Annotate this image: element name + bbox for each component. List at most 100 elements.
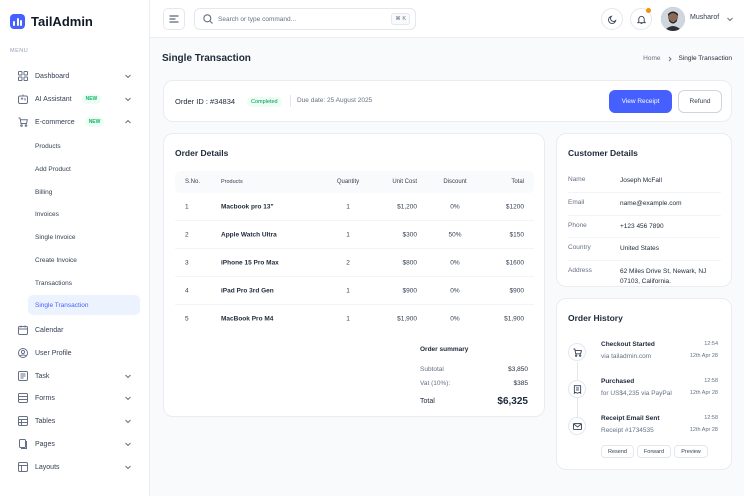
sidebar-subitem-invoices[interactable]: Invoices bbox=[28, 204, 140, 224]
notifications-button[interactable] bbox=[630, 8, 652, 30]
search-box[interactable]: ⌘ K bbox=[194, 8, 416, 30]
ai-icon bbox=[17, 94, 28, 105]
cart-icon bbox=[17, 117, 28, 128]
history-date: 12th Apr 28 bbox=[689, 427, 718, 433]
sidebar-item-label: User Profile bbox=[35, 349, 72, 357]
cell-discount: 0% bbox=[450, 315, 460, 323]
table-body: 1 Macbook pro 13" 1 $1,200 0% $1200 2 Ap… bbox=[175, 193, 534, 333]
sidebar-subitem-create-invoice[interactable]: Create Invoice bbox=[28, 250, 140, 270]
sidebar-item-ecommerce[interactable]: E-commerce NEW bbox=[10, 112, 140, 132]
order-items-table: S.No. Products Quantity Unit Cost Discou… bbox=[175, 171, 534, 333]
chevron-down-icon bbox=[125, 465, 131, 470]
cell-discount: 0% bbox=[450, 259, 460, 266]
theme-toggle-button[interactable] bbox=[601, 8, 623, 30]
column-header-discount: Discount bbox=[443, 179, 467, 185]
preview-button[interactable]: Preview bbox=[674, 445, 708, 458]
sidebar-item-label: Task bbox=[35, 372, 50, 380]
sidebar-item-dashboard[interactable]: Dashboard bbox=[10, 66, 140, 86]
sidebar-item-label: Tables bbox=[35, 417, 56, 425]
info-value: United States bbox=[620, 245, 660, 253]
sidebar: TailAdmin MENU Dashboard AI Assistant NE… bbox=[0, 0, 150, 496]
cell-total: $150 bbox=[509, 231, 524, 238]
order-id: Order ID : #34834 bbox=[175, 97, 236, 106]
table-header: S.No. Products Quantity Unit Cost Discou… bbox=[175, 171, 534, 193]
info-key: Name bbox=[568, 176, 586, 183]
forward-button[interactable]: Forward bbox=[637, 445, 671, 458]
refund-button[interactable]: Refund bbox=[678, 90, 722, 113]
sidebar-item-tables[interactable]: Tables bbox=[10, 411, 140, 431]
chevron-down-icon bbox=[125, 419, 131, 424]
new-badge: NEW bbox=[84, 117, 105, 127]
cell-sno: 5 bbox=[185, 315, 189, 323]
history-subtitle: Receipt #1734535 bbox=[601, 427, 654, 434]
chevron-down-icon[interactable] bbox=[726, 15, 734, 23]
sidebar-item-ai-assistant[interactable]: AI Assistant NEW bbox=[10, 89, 140, 109]
search-shortcut: ⌘ K bbox=[391, 13, 410, 25]
logo[interactable]: TailAdmin bbox=[10, 14, 93, 29]
avatar[interactable] bbox=[661, 7, 685, 31]
sidebar-subitem-single-invoice[interactable]: Single Invoice bbox=[28, 227, 140, 247]
view-receipt-button[interactable]: View Receipt bbox=[609, 90, 672, 113]
sidebar-item-task[interactable]: Task bbox=[10, 366, 140, 386]
sidebar-item-label: Layouts bbox=[35, 463, 60, 471]
status-badge: Completed bbox=[247, 97, 282, 107]
sidebar-subitem-add-product[interactable]: Add Product bbox=[28, 159, 140, 179]
cell-total: $1200 bbox=[505, 203, 524, 210]
mail-icon bbox=[568, 417, 586, 435]
moon-icon bbox=[607, 15, 616, 24]
info-key: Country bbox=[568, 244, 591, 252]
history-time: 12:54 bbox=[704, 341, 718, 347]
card-title: Customer Details bbox=[568, 148, 638, 158]
table-icon bbox=[17, 416, 28, 427]
sidebar-item-label: Forms bbox=[35, 394, 55, 402]
cell-discount: 0% bbox=[450, 287, 460, 294]
forms-icon bbox=[17, 393, 28, 404]
subtotal-label: Subtotal bbox=[420, 365, 444, 373]
sidebar-subitem-products[interactable]: Products bbox=[28, 136, 140, 156]
sidebar-item-calendar[interactable]: Calendar bbox=[10, 320, 140, 340]
info-value: 62 Miles Drive St, Newark, NJ 07103, Cal… bbox=[620, 268, 707, 285]
sidebar-item-label: AI Assistant bbox=[35, 95, 72, 103]
search-input[interactable] bbox=[218, 15, 388, 23]
history-title: Purchased bbox=[601, 378, 635, 385]
chevron-down-icon bbox=[125, 374, 131, 379]
user-photo bbox=[661, 7, 685, 31]
table-row: 5 MacBook Pro M4 1 $1,900 0% $1,900 bbox=[175, 305, 534, 333]
column-header-quantity: Quantity bbox=[336, 179, 360, 185]
sidebar-item-layouts[interactable]: Layouts bbox=[10, 457, 140, 477]
customer-row-email: Email name@example.com bbox=[568, 193, 721, 216]
menu-icon bbox=[169, 15, 179, 23]
customer-row-address: Address 62 Miles Drive St, Newark, NJ 07… bbox=[568, 261, 721, 293]
breadcrumb: Home Single Transaction bbox=[643, 55, 732, 62]
customer-row-name: Name Joseph McFall bbox=[568, 170, 721, 193]
user-circle-icon bbox=[17, 348, 28, 359]
sidebar-subitem-transactions[interactable]: Transactions bbox=[28, 273, 140, 293]
sidebar-toggle-button[interactable] bbox=[163, 8, 185, 30]
customer-row-phone: Phone +123 456 7890 bbox=[568, 216, 721, 239]
sidebar-subitem-billing[interactable]: Billing bbox=[28, 182, 140, 202]
cell-quantity: 1 bbox=[346, 203, 350, 210]
cell-sno: 1 bbox=[185, 203, 189, 210]
sidebar-subitem-single-transaction[interactable]: Single Transaction bbox=[28, 295, 140, 315]
menu-caption: MENU bbox=[10, 48, 29, 54]
sidebar-item-forms[interactable]: Forms bbox=[10, 388, 140, 408]
page-title: Single Transaction bbox=[162, 53, 251, 64]
sidebar-item-label: Calendar bbox=[35, 326, 64, 334]
history-title: Checkout Started bbox=[601, 341, 655, 348]
grid-icon bbox=[17, 71, 28, 82]
resend-button[interactable]: Resend bbox=[601, 445, 634, 458]
sidebar-item-label: E-commerce bbox=[35, 118, 75, 126]
user-name[interactable]: Musharof bbox=[690, 14, 719, 21]
cell-unit-cost: $800 bbox=[402, 259, 417, 266]
cell-total: $1,900 bbox=[504, 315, 524, 323]
sidebar-item-pages[interactable]: Pages bbox=[10, 434, 140, 454]
sidebar-item-user-profile[interactable]: User Profile bbox=[10, 343, 140, 363]
column-header-total: Total bbox=[511, 179, 524, 185]
history-subtitle: via tailadmin.com bbox=[601, 353, 652, 360]
breadcrumb-home[interactable]: Home bbox=[643, 55, 660, 62]
sidebar-item-label: Dashboard bbox=[35, 72, 70, 80]
chevron-right-icon bbox=[668, 56, 672, 61]
table-row: 4 iPad Pro 3rd Gen 1 $900 0% $900 bbox=[175, 277, 534, 305]
info-key: Address bbox=[568, 267, 592, 274]
order-summary-title: Order summary bbox=[420, 346, 469, 353]
